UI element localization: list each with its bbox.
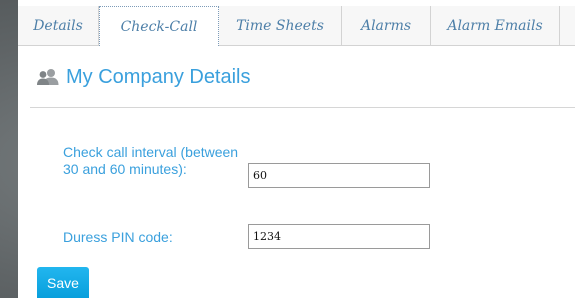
save-button[interactable]: Save: [37, 267, 89, 298]
tab-details[interactable]: Details: [18, 6, 99, 46]
tab-bar-filler: [560, 6, 575, 46]
pin-label: Duress PIN code:: [63, 229, 173, 245]
page-title-row: My Company Details: [36, 62, 251, 92]
interval-label: Check call interval (between 30 and 60 m…: [63, 144, 239, 177]
users-icon: [37, 69, 59, 85]
title-divider: [30, 107, 575, 108]
tab-check-call[interactable]: Check-Call: [99, 6, 219, 46]
tab-alarm-emails[interactable]: Alarm Emails: [431, 6, 560, 46]
interval-input[interactable]: [248, 163, 430, 188]
page-title: My Company Details: [66, 65, 251, 88]
tab-alarms[interactable]: Alarms: [342, 6, 431, 46]
tab-bar: Details Check-Call Time Sheets Alarms Al…: [18, 6, 575, 46]
pin-input[interactable]: [248, 224, 430, 249]
tab-time-sheets[interactable]: Time Sheets: [219, 6, 342, 46]
